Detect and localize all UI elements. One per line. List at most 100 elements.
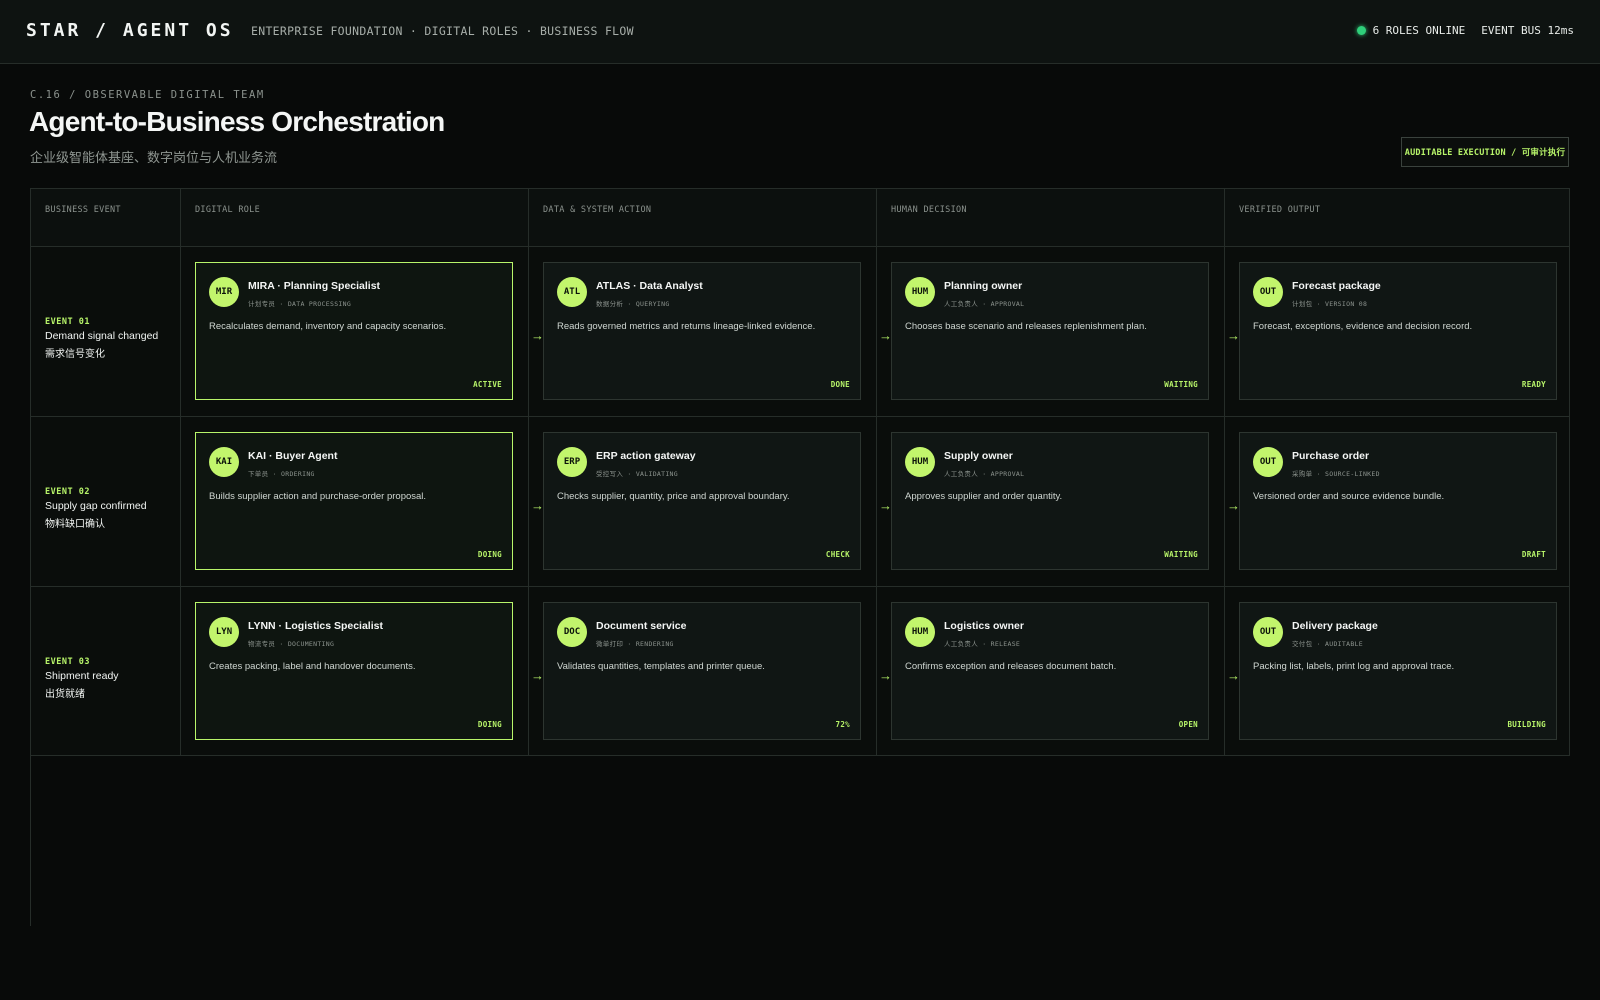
- card-title: Forecast package: [1292, 280, 1381, 292]
- card-description: Reads governed metrics and returns linea…: [557, 321, 816, 332]
- meta-separator: ·: [1312, 300, 1326, 308]
- card-meta: 微单打印 · RENDERING: [596, 638, 674, 648]
- card-meta-en: AUDITABLE: [1325, 640, 1363, 648]
- column-header: HUMAN DECISION: [876, 188, 1224, 246]
- role-card[interactable]: MIR MIRA · Planning Specialist 计划专员 · DATA…: [195, 262, 513, 400]
- card-meta: 受控写入 · VALIDATING: [596, 468, 678, 478]
- role-card[interactable]: OUT Forecast package 计划包 · VERSION 08 Forec…: [1239, 262, 1557, 400]
- avatar: DOC: [557, 617, 587, 647]
- card-meta: 物流专员 · DOCUMENTING: [248, 638, 334, 648]
- card-title: Document service: [596, 620, 687, 632]
- card-meta-zh: 计划包: [1292, 300, 1313, 308]
- card-meta-zh: 下单员: [248, 470, 269, 478]
- card-title: Delivery package: [1292, 620, 1378, 632]
- card-meta-zh: 采购单: [1292, 470, 1313, 478]
- top-bar: STAR / AGENT OS ENTERPRISE FOUNDATION · …: [0, 0, 1600, 64]
- status-badge: CHECK: [825, 550, 850, 559]
- card-description: Packing list, labels, print log and appr…: [1253, 661, 1455, 672]
- status-badge: OPEN: [1178, 720, 1198, 729]
- avatar: HUM: [905, 447, 935, 477]
- grid-header-row: BUSINESS EVENT DIGITAL ROLE DATA & SYSTE…: [30, 188, 1570, 246]
- business-event-cell: EVENT 03 Shipment ready 出货就绪: [30, 586, 180, 756]
- card-meta-en: APPROVAL: [990, 470, 1025, 478]
- brand-logo[interactable]: STAR / AGENT OS: [26, 20, 234, 41]
- avatar: MIR: [209, 277, 239, 307]
- role-card[interactable]: ERP ERP action gateway 受控写入 · VALIDATING Ch…: [543, 432, 861, 570]
- event-id: EVENT 01: [45, 317, 90, 327]
- column-header: VERIFIED OUTPUT: [1224, 188, 1570, 246]
- meta-separator: ·: [623, 470, 636, 478]
- business-event[interactable]: EVENT 02 Supply gap confirmed 物料缺口确认: [45, 487, 147, 530]
- top-nav[interactable]: ENTERPRISE FOUNDATION · DIGITAL ROLES · …: [251, 24, 634, 38]
- card-meta-zh: 人工负责人: [944, 640, 978, 648]
- event-name: Demand signal changed: [45, 330, 159, 342]
- card-meta-en: RENDERING: [635, 640, 674, 648]
- stage-cell: → OUT Forecast package 计划包 · VERSION 08 Fore…: [1224, 246, 1570, 416]
- meta-separator: ·: [623, 640, 636, 648]
- auditable-execution-badge[interactable]: AUDITABLE EXECUTION / 可审计执行: [1401, 137, 1569, 167]
- avatar: HUM: [905, 277, 935, 307]
- role-card[interactable]: HUM Logistics owner 人工负责人 · RELEASE Confirm…: [891, 602, 1209, 740]
- card-meta: 数据分析 · QUERYING: [596, 298, 670, 308]
- flow-row: EVENT 02 Supply gap confirmed 物料缺口确认 KAI KAI…: [30, 416, 1570, 586]
- role-card[interactable]: OUT Purchase order 采购单 · SOURCE-LINKED Vers…: [1239, 432, 1557, 570]
- stage-cell: → ATL ATLAS · Data Analyst 数据分析 · QUERYING R…: [528, 246, 876, 416]
- role-card[interactable]: HUM Planning owner 人工负责人 · APPROVAL Chooses…: [891, 262, 1209, 400]
- card-meta-zh: 受控写入: [596, 470, 624, 478]
- business-event[interactable]: EVENT 01 Demand signal changed 需求信号变化: [45, 317, 158, 360]
- card-meta-en: DATA PROCESSING: [287, 300, 352, 308]
- card-title: MIRA · Planning Specialist: [248, 280, 381, 292]
- avatar: LYN: [209, 617, 239, 647]
- system-status: 6 ROLES ONLINE EVENT BUS 12ms: [1356, 24, 1574, 37]
- card-meta: 交付包 · AUDITABLE: [1292, 638, 1363, 648]
- avatar: HUM: [905, 617, 935, 647]
- card-description: Recalculates demand, inventory and capac…: [209, 321, 447, 332]
- card-meta-zh: 微单打印: [596, 640, 624, 648]
- status-badge: ACTIVE: [473, 380, 502, 389]
- card-description: Confirms exception and releases document…: [905, 661, 1117, 672]
- stage-cell: → HUM Logistics owner 人工负责人 · RELEASE Confir…: [876, 586, 1224, 756]
- event-bus-label: EVENT BUS 12ms: [1481, 24, 1574, 37]
- avatar: OUT: [1253, 617, 1283, 647]
- role-card[interactable]: ATL ATLAS · Data Analyst 数据分析 · QUERYING Re…: [543, 262, 861, 400]
- card-description: Approves supplier and order quantity.: [905, 491, 1063, 502]
- card-title: KAI · Buyer Agent: [248, 450, 338, 462]
- meta-separator: ·: [275, 640, 288, 648]
- status-badge: READY: [1521, 380, 1546, 389]
- event-id: EVENT 02: [45, 487, 90, 497]
- card-meta-en: RELEASE: [990, 640, 1021, 648]
- avatar: ERP: [557, 447, 587, 477]
- stage-cell: → HUM Supply owner 人工负责人 · APPROVAL Approves…: [876, 416, 1224, 586]
- card-description: Checks supplier, quantity, price and app…: [557, 491, 790, 502]
- meta-separator: ·: [978, 300, 991, 308]
- column-header: DIGITAL ROLE: [180, 188, 528, 246]
- card-title: Purchase order: [1292, 450, 1370, 462]
- status-badge: DRAFT: [1521, 550, 1546, 559]
- page-title: Agent-to-Business Orchestration: [29, 106, 445, 137]
- column-header: DATA & SYSTEM ACTION: [528, 188, 876, 246]
- status-badge: BUILDING: [1507, 720, 1546, 729]
- card-description: Builds supplier action and purchase-orde…: [209, 491, 427, 502]
- column-header: BUSINESS EVENT: [30, 188, 180, 246]
- event-name-zh: 物料缺口确认: [45, 519, 105, 530]
- meta-separator: ·: [623, 300, 636, 308]
- role-card[interactable]: DOC Document service 微单打印 · RENDERING Valid…: [543, 602, 861, 740]
- stage-cell: → OUT Purchase order 采购单 · SOURCE-LINKED Ver…: [1224, 416, 1570, 586]
- role-card[interactable]: HUM Supply owner 人工负责人 · APPROVAL Approves …: [891, 432, 1209, 570]
- role-card[interactable]: KAI KAI · Buyer Agent 下单员 · ORDERING Builds…: [195, 432, 513, 570]
- card-meta-en: VERSION 08: [1325, 300, 1368, 308]
- card-meta: 计划包 · VERSION 08: [1292, 298, 1367, 308]
- card-description: Versioned order and source evidence bund…: [1253, 491, 1445, 502]
- card-meta: 下单员 · ORDERING: [248, 468, 315, 478]
- card-description: Validates quantities, templates and prin…: [557, 661, 765, 672]
- card-description: Forecast, exceptions, evidence and decis…: [1253, 321, 1473, 332]
- business-event-cell: EVENT 02 Supply gap confirmed 物料缺口确认: [30, 416, 180, 586]
- role-card[interactable]: LYN LYNN · Logistics Specialist 物流专员 · DOC…: [195, 602, 513, 740]
- meta-separator: ·: [268, 470, 282, 478]
- business-event[interactable]: EVENT 03 Shipment ready 出货就绪: [45, 657, 119, 700]
- card-meta-en: ORDERING: [281, 470, 315, 478]
- card-title: Supply owner: [944, 450, 1013, 462]
- stage-cell: → DOC Document service 微单打印 · RENDERING Vali…: [528, 586, 876, 756]
- role-card[interactable]: OUT Delivery package 交付包 · AUDITABLE Packin…: [1239, 602, 1557, 740]
- card-meta: 采购单 · SOURCE-LINKED: [1292, 468, 1380, 478]
